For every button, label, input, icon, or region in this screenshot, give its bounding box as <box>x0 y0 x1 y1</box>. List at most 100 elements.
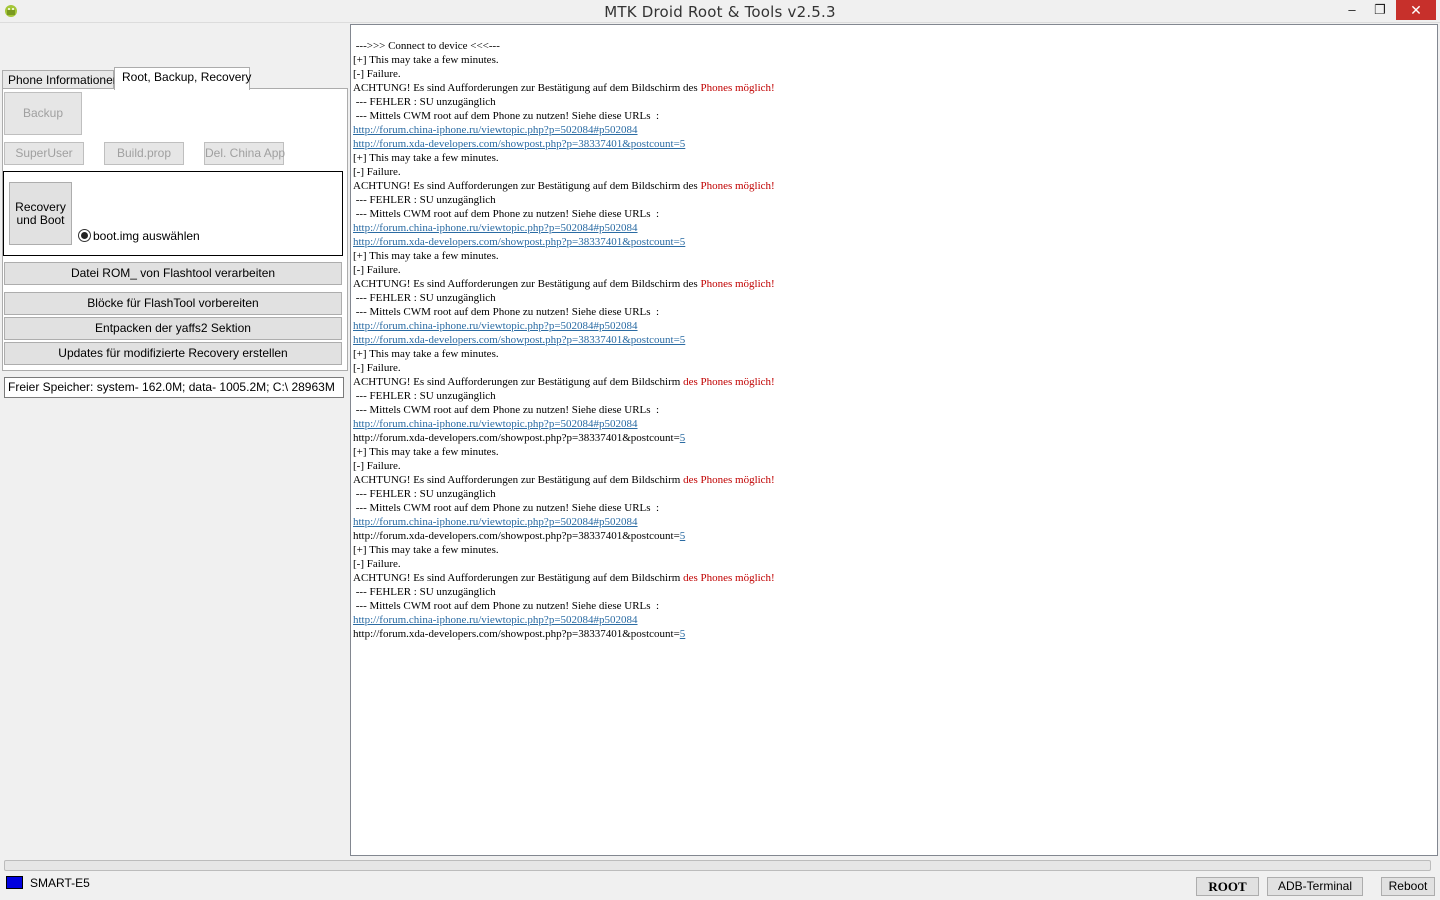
log-line: http://forum.xda-developers.com/showpost… <box>353 235 1437 249</box>
log-line: --- Mittels CWM root auf dem Phone zu nu… <box>353 599 1437 613</box>
log-link[interactable]: http://forum.china-iphone.ru/viewtopic.p… <box>353 124 638 136</box>
log-text: [+] This may take a few minutes. <box>353 54 499 66</box>
log-text: ACHTUNG! Es sind Aufforderungen zur Best… <box>353 180 701 192</box>
log-line: http://forum.china-iphone.ru/viewtopic.p… <box>353 613 1437 627</box>
log-link[interactable]: 5 <box>680 530 686 542</box>
tab-phone-informationen[interactable]: Phone Informationen <box>2 70 119 90</box>
del-china-app-button[interactable]: Del. China App <box>204 142 285 165</box>
log-line: [-] Failure. <box>353 165 1437 179</box>
log-link[interactable]: http://forum.xda-developers.com/showpost… <box>353 236 685 248</box>
device-name: SMART-E5 <box>30 876 90 890</box>
entpacken-yaffs2-button[interactable]: Entpacken der yaffs2 Sektion <box>4 317 342 340</box>
log-line: http://forum.china-iphone.ru/viewtopic.p… <box>353 319 1437 333</box>
horizontal-scrollbar[interactable] <box>4 860 1431 871</box>
log-text: [+] This may take a few minutes. <box>353 250 499 262</box>
log-text: --- FEHLER : SU unzugänglich <box>353 292 496 304</box>
log-text: --- FEHLER : SU unzugänglich <box>353 96 496 108</box>
log-text: [-] Failure. <box>353 460 401 472</box>
log-text: http://forum.xda-developers.com/showpost… <box>353 628 680 640</box>
log-line: ACHTUNG! Es sind Aufforderungen zur Best… <box>353 179 1437 193</box>
log-line: [-] Failure. <box>353 361 1437 375</box>
log-text: http://forum.xda-developers.com/showpost… <box>353 432 680 444</box>
log-line: --- FEHLER : SU unzugänglich <box>353 95 1437 109</box>
log-line: http://forum.china-iphone.ru/viewtopic.p… <box>353 417 1437 431</box>
log-line: http://forum.xda-developers.com/showpost… <box>353 333 1437 347</box>
log-link[interactable]: http://forum.china-iphone.ru/viewtopic.p… <box>353 222 638 234</box>
log-link[interactable]: http://forum.china-iphone.ru/viewtopic.p… <box>353 418 638 430</box>
log-line: http://forum.xda-developers.com/showpost… <box>353 137 1437 151</box>
log-text: --- FEHLER : SU unzugänglich <box>353 488 496 500</box>
log-text: --- Mittels CWM root auf dem Phone zu nu… <box>353 110 660 122</box>
root-button[interactable]: ROOT <box>1196 877 1259 896</box>
log-link[interactable]: 5 <box>680 628 686 640</box>
log-line: ACHTUNG! Es sind Aufforderungen zur Best… <box>353 571 1437 585</box>
log-text: [+] This may take a few minutes. <box>353 446 499 458</box>
log-line: http://forum.xda-developers.com/showpost… <box>353 529 1437 543</box>
log-line: --- FEHLER : SU unzugänglich <box>353 585 1437 599</box>
datei-rom-button[interactable]: Datei ROM_ von Flashtool verarbeiten <box>4 262 342 285</box>
log-text: [+] This may take a few minutes. <box>353 348 499 360</box>
device-color-swatch <box>6 876 23 889</box>
log-line: http://forum.china-iphone.ru/viewtopic.p… <box>353 221 1437 235</box>
log-text: http://forum.xda-developers.com/showpost… <box>353 530 680 542</box>
log-line: [+] This may take a few minutes. <box>353 445 1437 459</box>
tab-root-backup-recovery[interactable]: Root, Backup, Recovery <box>114 67 251 90</box>
maximize-icon[interactable]: ❐ <box>1366 0 1394 20</box>
log-link[interactable]: http://forum.china-iphone.ru/viewtopic.p… <box>353 516 638 528</box>
log-line: [-] Failure. <box>353 459 1437 473</box>
log-text: [+] This may take a few minutes. <box>353 152 499 164</box>
reboot-button[interactable]: Reboot <box>1381 877 1435 896</box>
log-warning-text: Phones möglich! <box>700 180 775 192</box>
log-line: [-] Failure. <box>353 67 1437 81</box>
log-text: --- FEHLER : SU unzugänglich <box>353 194 496 206</box>
bloecke-flashtool-button[interactable]: Blöcke für FlashTool vorbereiten <box>4 292 342 315</box>
log-line: --- FEHLER : SU unzugänglich <box>353 193 1437 207</box>
log-line: --- Mittels CWM root auf dem Phone zu nu… <box>353 403 1437 417</box>
log-line: [-] Failure. <box>353 557 1437 571</box>
log-warning-text: des Phones möglich! <box>683 572 775 584</box>
boot-img-radio-label[interactable]: boot.img auswählen <box>93 229 200 243</box>
log-line: --- Mittels CWM root auf dem Phone zu nu… <box>353 207 1437 221</box>
log-text: [-] Failure. <box>353 166 401 178</box>
log-link[interactable]: http://forum.china-iphone.ru/viewtopic.p… <box>353 320 638 332</box>
log-warning-text: des Phones möglich! <box>683 474 775 486</box>
log-line: --- Mittels CWM root auf dem Phone zu nu… <box>353 501 1437 515</box>
log-output[interactable]: --->>> Connect to device <<<--- [+] This … <box>350 24 1438 856</box>
title-bar: MTK Droid Root & Tools v2.5.3 ‒ ❐ ✕ <box>0 0 1440 23</box>
log-line: --- Mittels CWM root auf dem Phone zu nu… <box>353 305 1437 319</box>
log-link[interactable]: http://forum.xda-developers.com/showpost… <box>353 334 685 346</box>
recovery-und-boot-button[interactable]: Recovery und Boot <box>9 182 72 245</box>
log-link[interactable]: 5 <box>680 432 686 444</box>
superuser-button[interactable]: SuperUser <box>4 142 84 165</box>
log-text: --- Mittels CWM root auf dem Phone zu nu… <box>353 502 660 514</box>
buildprop-button[interactable]: Build.prop <box>104 142 184 165</box>
minimize-icon[interactable]: ‒ <box>1338 0 1366 20</box>
boot-img-radio[interactable] <box>78 229 91 242</box>
log-text: [-] Failure. <box>353 68 401 80</box>
log-text: --- Mittels CWM root auf dem Phone zu nu… <box>353 306 660 318</box>
close-icon[interactable]: ✕ <box>1396 0 1436 20</box>
updates-recovery-button[interactable]: Updates für modifizierte Recovery erstel… <box>4 342 342 365</box>
log-text: [-] Failure. <box>353 558 401 570</box>
log-warning-text: Phones möglich! <box>700 82 775 94</box>
log-line: [+] This may take a few minutes. <box>353 53 1437 67</box>
log-line: --- Mittels CWM root auf dem Phone zu nu… <box>353 109 1437 123</box>
log-link[interactable]: http://forum.china-iphone.ru/viewtopic.p… <box>353 614 638 626</box>
log-line: http://forum.xda-developers.com/showpost… <box>353 627 1437 641</box>
log-line: --->>> Connect to device <<<--- <box>353 39 1437 53</box>
adb-terminal-button[interactable]: ADB-Terminal <box>1267 877 1363 896</box>
log-link[interactable]: http://forum.xda-developers.com/showpost… <box>353 138 685 150</box>
log-line: --- FEHLER : SU unzugänglich <box>353 389 1437 403</box>
log-line: [+] This may take a few minutes. <box>353 249 1437 263</box>
log-line: http://forum.china-iphone.ru/viewtopic.p… <box>353 123 1437 137</box>
log-line: --- FEHLER : SU unzugänglich <box>353 487 1437 501</box>
log-warning-text: des Phones möglich! <box>683 376 775 388</box>
log-warning-text: Phones möglich! <box>700 278 775 290</box>
log-text: --->>> Connect to device <<<--- <box>353 40 500 52</box>
log-text: [-] Failure. <box>353 362 401 374</box>
log-text: --- FEHLER : SU unzugänglich <box>353 586 496 598</box>
log-line: [+] This may take a few minutes. <box>353 347 1437 361</box>
backup-button[interactable]: Backup <box>4 92 82 135</box>
log-line: --- FEHLER : SU unzugänglich <box>353 291 1437 305</box>
free-memory-field: Freier Speicher: system- 162.0M; data- 1… <box>4 377 344 398</box>
